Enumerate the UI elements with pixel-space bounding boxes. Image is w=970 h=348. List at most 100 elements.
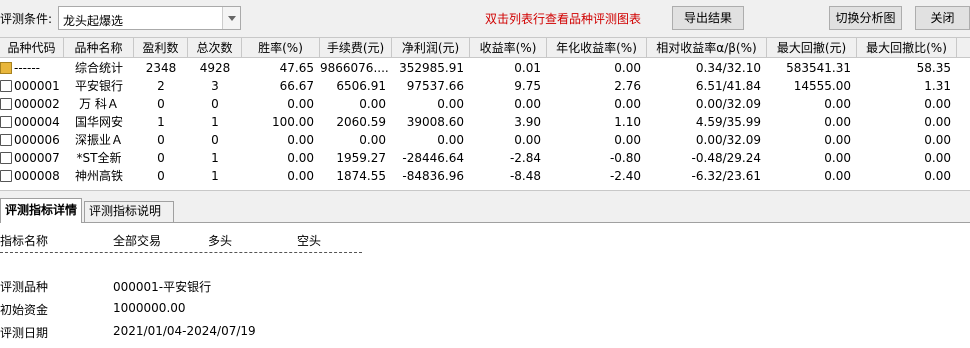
table-cell: 2060.59 (336, 115, 386, 129)
table-cell: 0.00 (924, 133, 951, 147)
table-cell: 国华网安 (74, 115, 123, 129)
detail-item-value: 1000000.00 (113, 301, 186, 315)
table-cell: 0.01 (514, 61, 541, 75)
table-cell: 3 (211, 79, 219, 93)
detail-panel: 指标名称 全部交易 多头 空头 评测品种 000001-平安银行 初始资金 10… (0, 223, 970, 348)
table-cell: 0 (157, 169, 165, 183)
column-header[interactable]: 净利润(元) (392, 38, 470, 58)
table-cell: -2.40 (609, 169, 641, 183)
table-cell: 97537.66 (406, 79, 464, 93)
table-cell: 47.65 (279, 61, 314, 75)
table-cell: 0 (211, 97, 219, 111)
detail-item-label: 初始资金 (0, 303, 49, 317)
table-cell: 6506.91 (336, 79, 386, 93)
table-cell: -84836.96 (402, 169, 464, 183)
switch-chart-button[interactable]: 切换分析图 (829, 6, 902, 30)
table-row[interactable]: 000008 神州高铁 0 1 0.00 1874.55 -84836.96 -8.48 -2.… (0, 167, 970, 185)
tab-bar: 评测指标详情 评测指标说明 (0, 198, 970, 223)
column-header[interactable]: 最大回撤比(%) (857, 38, 957, 58)
condition-select[interactable]: 龙头起爆选 (58, 6, 241, 30)
column-header[interactable]: 盈利数 (134, 38, 188, 58)
table-cell: 深振业Ａ (74, 133, 123, 147)
table-cell: 100.00 (272, 115, 314, 129)
table-cell: 0.00 (437, 133, 464, 147)
condition-value: 龙头起爆选 (63, 14, 124, 28)
table-cell: 000002 (14, 97, 60, 111)
table-cell: 0 (157, 133, 165, 147)
column-header[interactable]: 胜率(%) (242, 38, 320, 58)
detail-item-value: 2021/01/04-2024/07/19 (113, 324, 256, 338)
table-cell: 0.00 (924, 115, 951, 129)
export-button[interactable]: 导出结果 (672, 6, 744, 30)
table-cell: 0.00/32.09 (695, 97, 761, 111)
table-cell: 0.00 (924, 169, 951, 183)
table-cell: 0.34/32.10 (695, 61, 761, 75)
table-row[interactable]: 000004 国华网安 1 1 100.00 2060.59 39008.60 3.90 1.1… (0, 113, 970, 131)
table-cell: ------ (14, 61, 40, 75)
detail-col-long: 多头 (208, 234, 233, 248)
table-cell: 0.00 (514, 133, 541, 147)
tab-detail[interactable]: 评测指标详情 (0, 198, 82, 223)
table-cell: 0.00 (614, 133, 641, 147)
table-cell: 神州高铁 (74, 169, 123, 183)
table-cell: 0.00 (437, 97, 464, 111)
table-row[interactable]: 000007 *ST全新 0 1 0.00 1959.27 -28446.64 -2.84 -0… (0, 149, 970, 167)
column-header[interactable]: 品种名称 (64, 38, 134, 58)
table-header: 品种代码 品种名称 盈利数 总次数 胜率(%) 手续费(元) 净利润(元) 收益率(%) 年化收… (0, 38, 970, 58)
table-cell: 1874.55 (336, 169, 386, 183)
table-cell: 6.51/41.84 (695, 79, 761, 93)
column-header[interactable]: 手续费(元) (320, 38, 392, 58)
table-cell: 583541.31 (786, 61, 851, 75)
table-row[interactable]: 000006 深振业Ａ 0 0 0.00 0.00 0.00 0.00 0.00 0.00/32.… (0, 131, 970, 149)
table-cell: 0 (211, 133, 219, 147)
splitter[interactable] (0, 190, 970, 198)
table-row[interactable]: 000002 万 科Ａ 0 0 0.00 0.00 0.00 0.00 0.00 0.00/32.… (0, 95, 970, 113)
detail-item-label: 评测日期 (0, 326, 49, 340)
table-cell: 0.00 (287, 169, 314, 183)
close-button[interactable]: 关闭 (915, 6, 970, 30)
table-cell: 2348 (145, 61, 177, 75)
table-cell: 9866076.... (320, 61, 389, 75)
table-row[interactable]: 000001 平安银行 2 3 66.67 6506.91 97537.66 9.75 2.76… (0, 77, 970, 95)
detail-item-label: 评测品种 (0, 280, 49, 294)
table-cell: 3.90 (514, 115, 541, 129)
detail-col-all: 全部交易 (113, 234, 162, 248)
table-cell: 万 科Ａ (79, 97, 119, 111)
table-cell: 66.67 (279, 79, 314, 93)
table-cell: 39008.60 (406, 115, 464, 129)
column-header[interactable]: 最大回撤(元) (767, 38, 857, 58)
table-cell: 14555.00 (793, 79, 851, 93)
table-cell: 0 (157, 151, 165, 165)
table-cell: 0.00/32.09 (695, 133, 761, 147)
table-cell: 0.00 (287, 151, 314, 165)
result-table: 品种代码 品种名称 盈利数 总次数 胜率(%) 手续费(元) 净利润(元) 收益率(%) 年化收… (0, 37, 970, 190)
tab-explain[interactable]: 评测指标说明 (84, 201, 174, 222)
table-cell: 1.31 (924, 79, 951, 93)
table-cell: 000006 (14, 133, 60, 147)
table-cell: 0.00 (359, 133, 386, 147)
separator-line (0, 252, 362, 253)
table-cell: 1 (211, 115, 219, 129)
table-cell: 0.00 (824, 115, 851, 129)
table-cell: 9.75 (514, 79, 541, 93)
table-cell: 0.00 (824, 97, 851, 111)
chevron-down-icon[interactable] (222, 7, 240, 29)
table-cell: 4928 (199, 61, 231, 75)
column-header[interactable]: 相对收益率α/β(%) (647, 38, 767, 58)
table-cell: 1.10 (614, 115, 641, 129)
table-cell: 0.00 (359, 97, 386, 111)
table-cell: 000007 (14, 151, 60, 165)
table-cell: 0.00 (824, 151, 851, 165)
table-cell: -0.48/29.24 (691, 151, 761, 165)
column-header[interactable]: 年化收益率(%) (547, 38, 647, 58)
column-header[interactable]: 品种代码 (0, 38, 64, 58)
table-cell: 0.00 (824, 133, 851, 147)
column-header[interactable]: 总次数 (188, 38, 242, 58)
table-cell: -6.32/23.61 (691, 169, 761, 183)
detail-col-short: 空头 (297, 234, 322, 248)
table-cell: 0.00 (514, 97, 541, 111)
table-row[interactable]: ------ 综合统计 2348 4928 47.65 9866076.... 352985… (0, 59, 970, 77)
table-cell: 综合统计 (74, 61, 123, 75)
table-cell: 000004 (14, 115, 60, 129)
column-header[interactable]: 收益率(%) (470, 38, 547, 58)
